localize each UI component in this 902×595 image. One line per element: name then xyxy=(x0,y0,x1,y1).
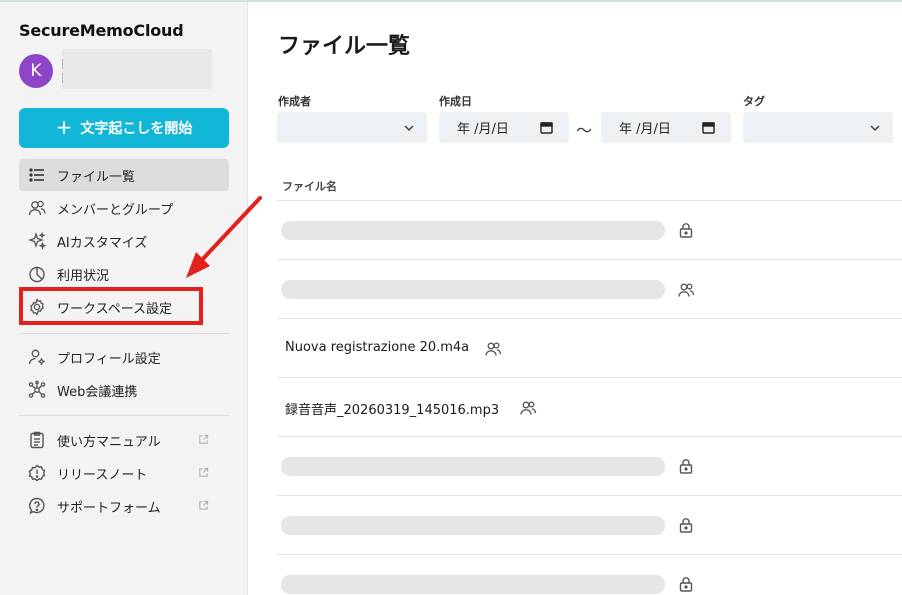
sidebar-item-label: メンバーとグループ xyxy=(57,202,174,218)
users-icon xyxy=(28,200,46,216)
date-from-input[interactable]: 年 /月/日 xyxy=(439,112,569,143)
creator-filter-label: 作成者 xyxy=(278,95,311,108)
date-to-placeholder: 年 /月/日 xyxy=(619,122,671,137)
row-divider xyxy=(277,377,902,378)
lock-icon xyxy=(679,577,693,592)
file-name-redacted xyxy=(281,575,665,594)
lock-icon xyxy=(679,459,693,474)
chevron-down-icon xyxy=(870,125,880,132)
sidebar-item-usage[interactable]: 利用状況 xyxy=(19,258,229,290)
sidebar-item-label: 利用状況 xyxy=(57,268,110,284)
created-date-filter-label: 作成日 xyxy=(439,95,472,108)
user-gear-icon xyxy=(28,349,45,365)
sidebar-item-label: プロフィール設定 xyxy=(57,351,161,367)
sparkle-icon xyxy=(27,231,47,250)
chevron-down-icon xyxy=(404,125,414,132)
external-link-icon xyxy=(199,434,209,444)
row-divider xyxy=(277,318,902,319)
group-icon xyxy=(520,401,537,415)
sidebar-item-label: ファイル一覧 xyxy=(57,169,136,185)
tag-filter-label: タグ xyxy=(743,95,765,108)
date-to-input[interactable]: 年 /月/日 xyxy=(601,112,731,143)
sidebar-item-label: 使い方マニュアル xyxy=(57,434,161,450)
file-name-redacted xyxy=(281,457,665,476)
file-name[interactable]: Nuova registrazione 20.m4a xyxy=(285,340,469,355)
file-name[interactable]: 録音音声_20260319_145016.mp3 xyxy=(285,399,499,418)
lock-icon xyxy=(679,223,693,238)
page-title: ファイル一覧 xyxy=(278,34,411,59)
sidebar-item-label: サポートフォーム xyxy=(57,500,161,516)
file-name-redacted xyxy=(281,516,665,535)
tag-select[interactable] xyxy=(743,112,893,143)
sidebar-item-support[interactable]: サポートフォーム xyxy=(19,490,229,522)
sidebar-item-manual[interactable]: 使い方マニュアル xyxy=(19,424,229,456)
row-divider xyxy=(277,436,902,437)
user-name-redacted xyxy=(62,49,212,89)
sidebar-item-profile-settings[interactable]: プロフィール設定 xyxy=(19,341,229,373)
sidebar-divider xyxy=(19,333,229,334)
question-bubble-icon xyxy=(29,497,45,515)
group-icon xyxy=(678,283,695,297)
table-header-divider xyxy=(277,200,902,201)
avatar[interactable]: K xyxy=(19,54,53,88)
row-divider xyxy=(277,495,902,496)
group-icon xyxy=(485,342,502,356)
creator-select[interactable] xyxy=(277,112,427,143)
sidebar-item-ai-customize[interactable]: AIカスタマイズ xyxy=(19,225,229,257)
app-brand: SecureMemoCloud xyxy=(19,21,184,40)
row-divider xyxy=(277,259,902,260)
network-icon xyxy=(28,380,46,398)
plus-icon: + xyxy=(55,115,73,139)
date-from-placeholder: 年 /月/日 xyxy=(457,122,509,137)
annotation-highlight-box xyxy=(19,287,203,325)
file-name-redacted xyxy=(281,221,665,240)
external-link-icon xyxy=(199,467,209,477)
row-divider xyxy=(277,554,902,555)
calendar-icon[interactable] xyxy=(702,121,715,134)
start-button-label: 文字起こしを開始 xyxy=(80,121,193,137)
sidebar-item-file-list[interactable]: ファイル一覧 xyxy=(19,159,229,191)
lock-icon xyxy=(679,518,693,533)
external-link-icon xyxy=(199,500,209,510)
start-transcription-button[interactable]: + 文字起こしを開始 xyxy=(19,108,229,148)
sidebar-item-label: リリースノート xyxy=(57,467,148,483)
list-icon xyxy=(29,168,44,182)
clipboard-icon xyxy=(30,431,44,449)
file-name-redacted xyxy=(281,280,665,299)
date-range-separator: 〜 xyxy=(576,121,593,140)
pie-chart-icon xyxy=(29,266,45,283)
sidebar-item-label: Web会議連携 xyxy=(57,384,138,400)
column-header-file-name: ファイル名 xyxy=(282,180,337,193)
sidebar-item-web-meeting[interactable]: Web会議連携 xyxy=(19,374,229,406)
sidebar-item-members[interactable]: メンバーとグループ xyxy=(19,192,229,224)
alert-badge-icon xyxy=(28,464,46,482)
sidebar-item-label: AIカスタマイズ xyxy=(57,235,148,251)
calendar-icon[interactable] xyxy=(540,121,553,134)
sidebar-divider xyxy=(19,415,229,416)
sidebar-item-release-notes[interactable]: リリースノート xyxy=(19,457,229,489)
